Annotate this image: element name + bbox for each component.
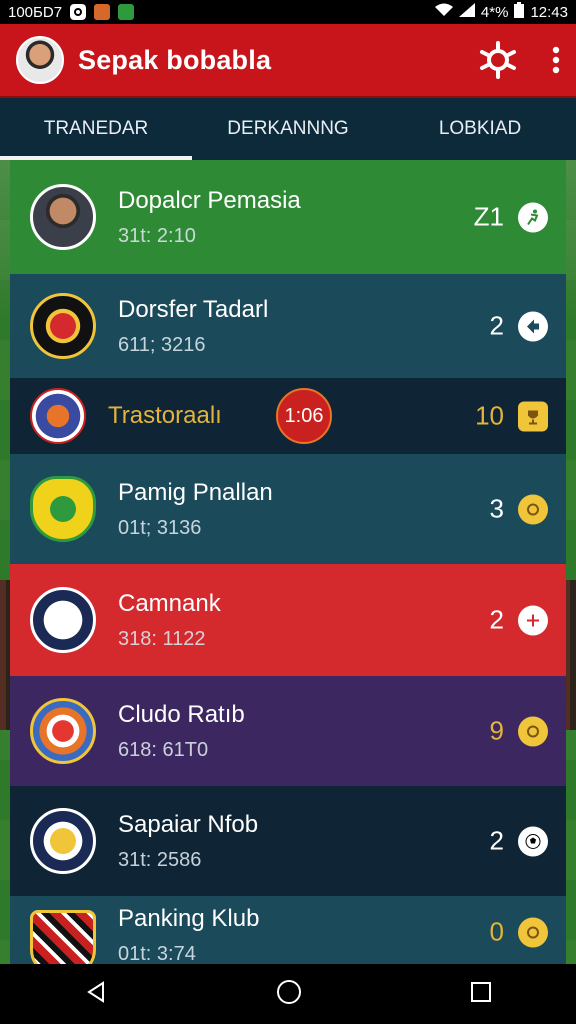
- club-crest-icon: [30, 808, 96, 874]
- team-score: 0: [489, 916, 504, 947]
- wifi-icon: [434, 3, 453, 21]
- list-item[interactable]: Sapaiar Nfob 31t: 2586 2: [10, 786, 566, 896]
- recents-icon[interactable]: [470, 981, 492, 1008]
- team-stats: 611; 3216: [118, 333, 206, 356]
- list-item[interactable]: Cludo Ratıb 618: 61T0 9: [10, 676, 566, 786]
- arrow-icon[interactable]: [518, 311, 548, 341]
- team-stats: 618: 61T0: [118, 738, 209, 761]
- running-icon[interactable]: [518, 202, 548, 232]
- signal-icon: [458, 3, 475, 21]
- live-time-badge: 1:06: [276, 388, 332, 444]
- ball-icon[interactable]: [518, 917, 548, 947]
- soccer-ball-icon[interactable]: [518, 826, 548, 856]
- list-item[interactable]: Dopalcr Pemasia 31t: 2:10 Z1: [10, 160, 566, 274]
- team-score: 3: [489, 493, 504, 524]
- team-name: Dopalcr Pemasia: [118, 186, 301, 214]
- team-stats: 31t: 2:10: [118, 224, 196, 247]
- tab-tranedar[interactable]: TRANEDAR: [0, 98, 192, 160]
- team-name: Panking Klub: [118, 904, 260, 932]
- team-name: Pamig Pnallan: [118, 478, 273, 506]
- club-crest-icon: [30, 587, 96, 653]
- club-crest-icon: [30, 698, 96, 764]
- list-item[interactable]: Camnank 318: 1122 2: [10, 564, 566, 676]
- team-list: Dopalcr Pemasia 31t: 2:10 Z1 Dorsfer Tad…: [10, 160, 566, 964]
- battery-text: 4*%: [480, 3, 509, 21]
- player-avatar: [30, 184, 96, 250]
- team-name: Sapaiar Nfob: [118, 810, 259, 838]
- team-score: 2: [489, 825, 504, 856]
- list-item[interactable]: Pamig Pnallan 01t; 3136 3: [10, 454, 566, 564]
- notification-icon: [70, 4, 87, 20]
- team-stats: 01t; 3136: [118, 516, 202, 539]
- ball-icon[interactable]: [518, 494, 548, 524]
- battery-icon: [514, 2, 525, 22]
- back-icon[interactable]: [84, 980, 108, 1009]
- tab-lobkiad[interactable]: LOBKIAD: [384, 98, 576, 160]
- plus-icon[interactable]: [518, 605, 548, 635]
- trophy-icon[interactable]: [518, 401, 548, 431]
- status-bar: 100БD7 4*% 12:43: [0, 0, 576, 24]
- team-score: 10: [475, 400, 504, 431]
- tab-bar: TRANEDAR DERKANNNG LOBKIAD: [0, 98, 576, 160]
- team-name: Camnank: [118, 589, 221, 617]
- club-crest-icon: [30, 910, 96, 964]
- tab-derkannng[interactable]: DERKANNNG: [192, 98, 384, 160]
- club-crest-icon: [30, 476, 96, 542]
- list-item[interactable]: Trastoraalı 1:06 10: [10, 378, 566, 454]
- team-name: Dorsfer Tadarl: [118, 295, 269, 323]
- list-item[interactable]: Panking Klub 01t: 3:74 0: [10, 896, 566, 964]
- club-crest-icon: [30, 293, 96, 359]
- home-icon[interactable]: [276, 979, 302, 1010]
- profile-avatar[interactable]: [16, 36, 64, 84]
- system-nav-bar: [0, 964, 576, 1024]
- list-item[interactable]: Dorsfer Tadarl 611; 3216 2: [10, 274, 566, 378]
- team-score: 2: [489, 604, 504, 635]
- ball-icon[interactable]: [518, 716, 548, 746]
- app-notification-icon: [94, 4, 111, 20]
- team-stats: 318: 1122: [118, 627, 206, 650]
- team-score: 2: [489, 310, 504, 341]
- team-score: Z1: [473, 201, 504, 232]
- team-score: 9: [489, 715, 504, 746]
- more-options-icon[interactable]: [552, 46, 560, 74]
- team-name: Cludo Ratıb: [118, 700, 245, 728]
- app-title: Sepak bobabla: [78, 44, 272, 75]
- status-left-text: 100БD7: [8, 3, 63, 21]
- app-bar: Sepak bobabla: [0, 24, 576, 98]
- clock: 12:43: [530, 3, 568, 21]
- team-stats: 31t: 2586: [118, 848, 202, 871]
- club-crest-icon: [30, 388, 86, 444]
- settings-icon[interactable]: [478, 40, 518, 80]
- team-name: Trastoraalı: [108, 402, 222, 429]
- team-stats: 01t: 3:74: [118, 942, 196, 965]
- shield-notification-icon: [118, 4, 135, 20]
